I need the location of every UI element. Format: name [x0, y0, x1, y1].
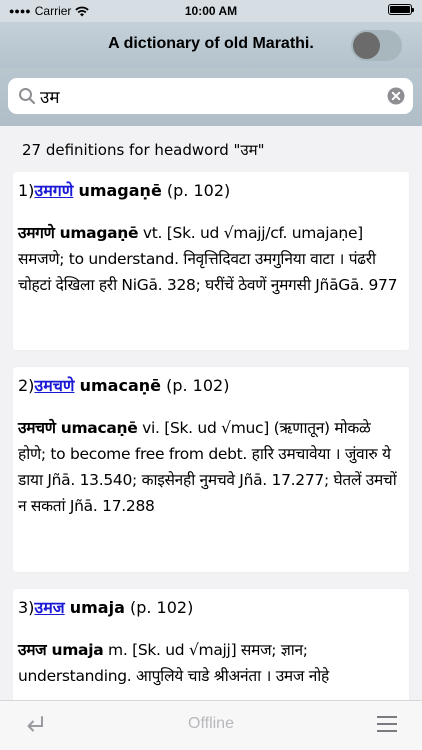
menu-icon[interactable] — [377, 716, 397, 732]
entry-page: (p. 102) — [166, 376, 230, 395]
search-field[interactable] — [8, 78, 413, 114]
battery-icon — [388, 4, 414, 15]
entry-definition: उमचणे umacaṇē vi. [Sk. ud √muc] (ऋणातून)… — [18, 415, 399, 519]
entry-index: 2) — [18, 376, 35, 395]
definition-card: 2)उमचणे umacaṇē (p. 102) उमचणे umacaṇē v… — [13, 367, 409, 572]
search-icon — [19, 88, 36, 105]
status-time: 10:00 AM — [184, 4, 238, 18]
entry-page: (p. 102) — [166, 181, 231, 200]
toggle-knob — [353, 32, 380, 59]
definitions-list: 1)उमगणे umagaṇē (p. 102) उमगणे umagaṇē v… — [0, 172, 422, 700]
entry-transliteration: umaja — [69, 598, 125, 617]
menu-line — [377, 716, 397, 718]
entry-index: 1) — [18, 181, 35, 200]
definition-headword: उमज umaja — [18, 641, 104, 659]
offline-status: Offline — [188, 715, 234, 732]
entry-definition: उमगणे umagaṇē vt. [Sk. ud √majj/cf. umaj… — [18, 220, 399, 298]
search-bar — [0, 68, 422, 126]
clear-icon[interactable] — [387, 87, 405, 105]
entry-transliteration: umacaṇē — [79, 376, 161, 395]
menu-line — [377, 723, 397, 725]
headword-link[interactable]: उमगणे — [34, 181, 73, 200]
menu-line — [377, 730, 397, 732]
entry-transliteration: umagaṇē — [78, 181, 162, 200]
headword-link[interactable]: उमचणे — [34, 376, 74, 395]
definition-headword: उमगणे umagaṇē — [18, 224, 139, 242]
definition-headword: उमचणे umacaṇē — [18, 419, 138, 437]
definition-card: 1)उमगणे umagaṇē (p. 102) उमगणे umagaṇē v… — [13, 172, 409, 350]
status-bar: ●●●● Carrier 10:00 AM — [0, 0, 422, 22]
definition-card: 3)उमज umaja (p. 102) उमज umaja m. [Sk. u… — [13, 589, 409, 700]
settings-toggle[interactable] — [351, 30, 402, 61]
navigation-bar: A dictionary of old Marathi. — [0, 22, 422, 68]
search-input[interactable] — [40, 84, 380, 108]
entry-heading: 2)उमचणे umacaṇē (p. 102) — [18, 375, 399, 397]
results-summary: 27 definitions for headword "उम" — [22, 141, 265, 159]
bottom-toolbar: Offline — [0, 700, 422, 750]
entry-definition: उमज umaja m. [Sk. ud √majj] समज; ज्ञान; … — [18, 637, 399, 689]
headword-link[interactable]: उमज — [34, 598, 64, 617]
entry-heading: 1)उमगणे umagaṇē (p. 102) — [18, 180, 399, 202]
entry-heading: 3)उमज umaja (p. 102) — [18, 597, 399, 619]
entry-index: 3) — [18, 598, 35, 617]
entry-page: (p. 102) — [129, 598, 194, 617]
battery-group — [388, 4, 414, 18]
